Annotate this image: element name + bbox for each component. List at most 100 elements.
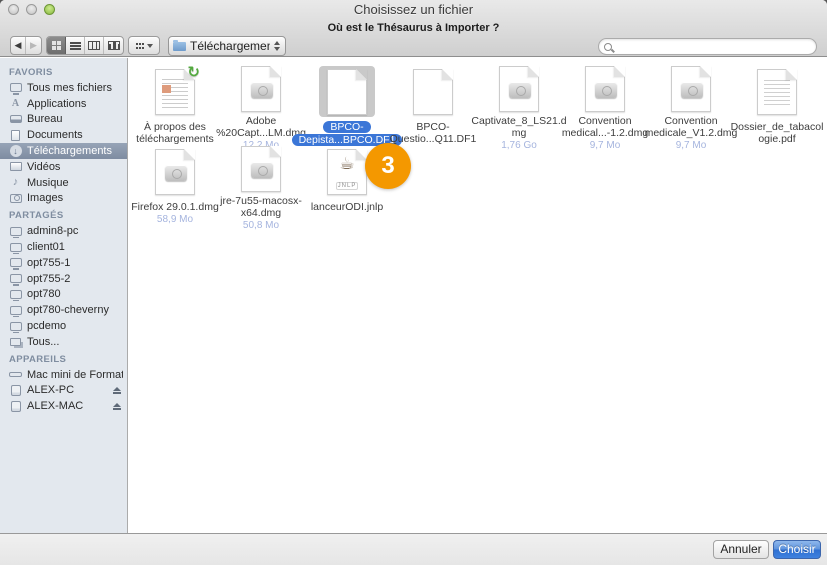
file-size: 9,7 Mo	[676, 140, 707, 151]
disk-image-glyph	[251, 162, 273, 178]
sidebar-section-title: APPAREILS	[0, 350, 127, 367]
file-item-convention-medical-1-2-dmg[interactable]: Conventionmedical...-1.2.dmg9,7 Mo	[562, 66, 648, 146]
coverflow-view-icon	[108, 41, 120, 50]
location-dropdown[interactable]: Téléchargements	[168, 36, 286, 56]
dialog-header: Choisissez un fichier Où est le Thésauru…	[0, 0, 827, 57]
file-name-line: BPCO-	[390, 121, 477, 133]
list-view-button[interactable]	[66, 37, 85, 54]
pictures-icon	[10, 194, 22, 203]
file-item-bpco-questio-q11-df1[interactable]: BPCO-Questio...Q11.DF1	[390, 66, 476, 146]
file-item-firefox-29-0-1-dmg[interactable]: Firefox 29.0.1.dmg58,9 Mo	[132, 146, 218, 226]
minimize-button-icon[interactable]	[26, 4, 37, 15]
sidebar-item-tous[interactable]: Tous...	[0, 334, 127, 350]
back-button[interactable]: ◀	[11, 37, 26, 54]
sidebar-item-opt755-2[interactable]: opt755-2	[0, 271, 127, 287]
icon-view-button[interactable]	[47, 37, 66, 54]
file-item-convention-medicale-v1-2-dmg[interactable]: Conventionmedicale_V1.2.dmg9,7 Mo	[648, 66, 734, 146]
choose-button[interactable]: Choisir	[773, 540, 821, 559]
disk-image-icon	[241, 146, 281, 192]
file-item-bpco-depista-bpco-df1[interactable]: BPCO-Depista...BPCO.DF1	[304, 66, 390, 146]
disk-image-icon	[671, 66, 711, 112]
coverflow-view-button[interactable]	[104, 37, 123, 54]
file-name-line: Convention	[562, 115, 648, 127]
file-name: BPCO-Questio...Q11.DF1	[390, 121, 477, 145]
popup-arrows-icon	[274, 41, 281, 51]
shared-computer-icon	[10, 227, 22, 236]
sidebar-item-t-l-chargements[interactable]: ↓Téléchargements	[0, 143, 127, 159]
applications-icon: A	[12, 98, 19, 109]
file-name-line: Dossier_de_tabacol	[731, 121, 824, 133]
sidebar-item-label: opt755-1	[27, 257, 123, 269]
file-name-line: jre-7u55-macosx-	[220, 195, 302, 207]
pictures-icon	[9, 192, 22, 204]
documents-icon	[9, 129, 22, 141]
file-item-jre-7u55-macosx-x64-dmg[interactable]: jre-7u55-macosx-x64.dmg50,8 Mo	[218, 146, 304, 226]
arrange-icon	[136, 43, 144, 49]
java-jnlp-icon: ☕JNLP	[327, 149, 367, 195]
sidebar-item-applications[interactable]: AApplications	[0, 96, 127, 112]
file-item-propos-des-t-l-chargements[interactable]: ↻À propos destéléchargements	[132, 66, 218, 146]
cancel-button[interactable]: Annuler	[713, 540, 769, 559]
sidebar-item-label: opt780-cheverny	[27, 304, 123, 316]
text-document-icon: ↻	[155, 69, 195, 115]
sidebar-item-musique[interactable]: ♪ Musique	[0, 175, 127, 191]
sidebar-item-admin8-pc[interactable]: admin8-pc	[0, 223, 127, 239]
eject-icon[interactable]	[113, 387, 123, 394]
desktop-icon	[9, 113, 22, 125]
all-files-icon	[10, 83, 22, 92]
sidebar-item-opt780-cheverny[interactable]: opt780-cheverny	[0, 302, 127, 318]
sidebar-item-label: opt780	[27, 288, 123, 300]
file-item-captivate-8-ls21-d-mg[interactable]: Captivate_8_LS21.dmg1,76 Go	[476, 66, 562, 146]
zoom-button-icon[interactable]	[44, 4, 55, 15]
arrange-menu-button[interactable]	[128, 36, 160, 55]
file-name-line: Convention	[645, 115, 738, 127]
sidebar-item-opt780[interactable]: opt780	[0, 287, 127, 303]
window-title: Choisissez un fichier	[0, 0, 827, 17]
list-view-icon	[70, 42, 81, 50]
dialog-prompt: Où est le Thésaurus à Importer ?	[0, 22, 827, 34]
sidebar: FAVORISTous mes fichiersAApplicationsBur…	[0, 58, 128, 533]
file-name-line: mg	[471, 127, 566, 139]
text-lines-glyph	[162, 79, 188, 109]
file-icon-wrap: ↻	[147, 66, 203, 118]
sidebar-item-label: Mac mini de Formation	[27, 369, 123, 381]
green-arrow-icon: ↻	[187, 63, 200, 81]
pdf-document-icon	[757, 69, 797, 115]
sidebar-item-vid-os[interactable]: Vidéos	[0, 159, 127, 175]
dialog-footer: Annuler Choisir	[0, 533, 827, 565]
sidebar-item-label: Musique	[27, 177, 123, 189]
search-input[interactable]	[612, 39, 816, 54]
sidebar-item-label: pcdemo	[27, 320, 123, 332]
shared-computer-icon	[9, 288, 22, 300]
sidebar-item-opt755-1[interactable]: opt755-1	[0, 255, 127, 271]
navigation-buttons: ◀ ▶	[10, 36, 42, 55]
column-view-button[interactable]	[85, 37, 104, 54]
forward-button[interactable]: ▶	[26, 37, 41, 54]
search-field[interactable]	[598, 38, 817, 55]
blank-document-icon	[413, 69, 453, 115]
chevron-down-icon	[147, 44, 153, 48]
sidebar-item-tous-mes-fichiers[interactable]: Tous mes fichiers	[0, 80, 127, 96]
sidebar-item-documents[interactable]: Documents	[0, 127, 127, 143]
sidebar-item-pcdemo[interactable]: pcdemo	[0, 318, 127, 334]
file-item-dossier-de-tabacol-ogie-pdf[interactable]: Dossier_de_tabacologie.pdf	[734, 66, 820, 146]
blank-document-icon	[327, 69, 367, 115]
music-icon: ♪	[13, 177, 19, 188]
sidebar-item-bureau[interactable]: Bureau	[0, 112, 127, 128]
file-name-line: téléchargements	[136, 133, 214, 145]
file-name-line: Firefox 29.0.1.dmg	[131, 201, 219, 213]
sidebar-item-mac-mini-de-formation[interactable]: Mac mini de Formation	[0, 367, 127, 383]
close-button-icon[interactable]	[8, 4, 19, 15]
network-all-icon	[10, 338, 21, 346]
sidebar-item-images[interactable]: Images	[0, 191, 127, 207]
file-name: Dossier_de_tabacologie.pdf	[731, 121, 824, 145]
eject-icon[interactable]	[113, 403, 123, 410]
toolbar: ◀ ▶ Téléchargements	[0, 36, 827, 57]
jnlp-label: JNLP	[336, 182, 358, 190]
sidebar-item-alex-pc[interactable]: ALEX-PC	[0, 383, 127, 399]
shared-computer-icon	[10, 274, 22, 283]
external-disk-icon	[9, 384, 22, 396]
sidebar-item-label: ALEX-MAC	[27, 400, 108, 412]
sidebar-item-client01[interactable]: client01	[0, 239, 127, 255]
sidebar-item-alex-mac[interactable]: ALEX-MAC	[0, 398, 127, 414]
